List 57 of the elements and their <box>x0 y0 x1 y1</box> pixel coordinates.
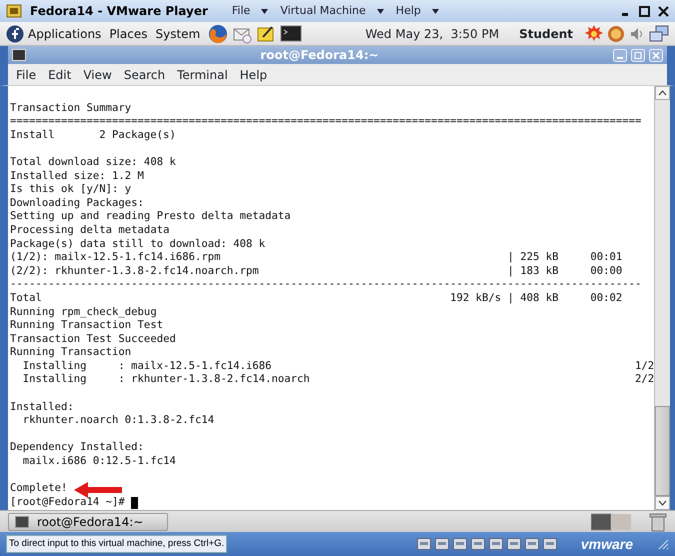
terminal-text: | 225 kB <box>507 251 560 265</box>
terminal-text: (2/2): rkhunter-1.3.8-2.fc14.noarch.rpm <box>10 264 260 278</box>
menu-item[interactable]: Help <box>396 2 439 20</box>
terminal-line: Dependency Installed: <box>10 441 144 456</box>
panel-menu[interactable]: System <box>155 24 200 42</box>
status-hint: To direct input to this virtual machine, press Ctrl+G. <box>6 534 228 554</box>
terminal-text: 2/2 <box>635 373 654 388</box>
terminal-text: 00:00 <box>590 264 622 278</box>
panel-menu[interactable]: Places <box>109 24 148 42</box>
menu-item[interactable]: Search <box>124 66 166 84</box>
terminal-line: Transaction Summary <box>10 102 132 116</box>
taskbar-item[interactable]: root@Fedora14:~ <box>8 512 168 530</box>
terminal-line: Installed size: 1.2 M <box>10 170 144 184</box>
terminal-line: Running rpm_check_debug <box>10 306 157 320</box>
terminal-text: 2 Package(s) <box>99 128 176 142</box>
terminal-line: Total download size: 408 k <box>10 156 176 170</box>
terminal-line: Complete! <box>10 482 68 496</box>
panel-menu[interactable]: Applications <box>28 24 102 42</box>
terminal-text: : rkhunter-1.3.8-2.fc14.noarch <box>118 373 311 388</box>
terminal-line: Running Transaction <box>10 346 132 360</box>
terminal-text: 00:02 <box>590 292 622 306</box>
terminal-line: Processing delta metadata <box>10 224 170 238</box>
terminal-line: Downloading Packages: <box>10 196 144 210</box>
menu-item[interactable]: Terminal <box>177 66 228 84</box>
terminal-text: Installing <box>22 360 88 374</box>
terminal-text: | 183 kB <box>507 264 560 278</box>
menu-item[interactable]: File <box>232 2 268 20</box>
menu-item[interactable]: Edit <box>48 66 72 84</box>
terminal-line: --------------------------------------------------------------------------------------------------- <box>10 278 642 292</box>
menu-item[interactable]: View <box>83 66 112 84</box>
terminal-text: 1/2 <box>635 360 654 374</box>
terminal-line: Setting up and reading Presto delta metadata <box>10 210 291 224</box>
terminal-line: =================================================================================================== <box>10 115 642 129</box>
terminal-line: rkhunter.noarch 0:1.3.8-2.fc14 <box>22 414 214 428</box>
terminal-text: Total <box>10 292 43 306</box>
terminal-text: Install <box>10 128 56 142</box>
terminal-line: Running Transaction Test <box>10 319 164 333</box>
menu-item[interactable]: File <box>16 66 36 84</box>
terminal-text: | 408 kB <box>507 292 560 306</box>
window-title: root@Fedora14:~ <box>260 47 379 64</box>
terminal-line: Installed: <box>10 400 74 414</box>
terminal-text: Installing <box>22 373 88 388</box>
clock[interactable]: Wed May 23, 3:50 PM <box>365 24 500 42</box>
terminal-line: mailx.i686 0:12.5-1.fc14 <box>22 455 176 469</box>
user-name[interactable]: Student <box>519 24 573 42</box>
terminal-text: 00:01 <box>590 251 622 265</box>
terminal-text: (1/2): mailx-12.5-1.fc14.i686.rpm <box>10 251 222 265</box>
prompt-text: [root@Fedora14 ~]# <box>10 496 125 510</box>
window-title: Fedora14 - VMware Player <box>30 3 208 20</box>
menu-item[interactable]: Help <box>240 66 268 84</box>
terminal-line: Is this ok [y/N]: y <box>10 183 132 197</box>
brand-logo: vmware <box>580 534 633 554</box>
terminal-line: Transaction Test Succeeded <box>10 332 176 346</box>
terminal-text: : mailx-12.5-1.fc14.i686 <box>118 360 272 374</box>
terminal-line: Package(s) data still to download: 408 k <box>10 238 266 252</box>
menu-item[interactable]: Virtual Machine <box>280 2 384 20</box>
terminal-text: 192 kB/s <box>450 292 502 306</box>
